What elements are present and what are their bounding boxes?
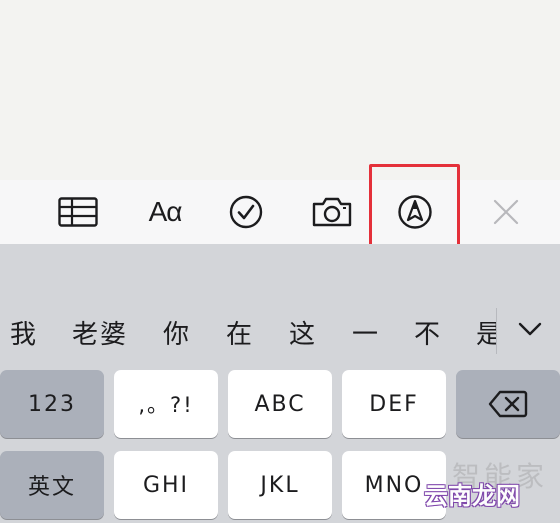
candidate-word[interactable]: 一 <box>352 314 380 351</box>
text-format-label: Aα <box>148 196 183 227</box>
keyboard-input-strip <box>0 244 560 297</box>
abc-key[interactable]: ABC <box>228 370 332 438</box>
candidate-word[interactable]: 老婆 <box>72 314 128 351</box>
delete-key[interactable] <box>456 370 560 438</box>
checklist-button[interactable] <box>216 180 276 244</box>
text-format-button[interactable]: Aα <box>135 180 195 244</box>
markup-button[interactable] <box>385 180 445 244</box>
ghi-key-label: GHI <box>142 472 190 498</box>
candidate-divider <box>496 308 497 354</box>
mno-key-label: MNO <box>364 472 424 498</box>
abc-key-label: ABC <box>254 391 306 417</box>
ghi-key[interactable]: GHI <box>114 451 218 519</box>
chevron-down-icon <box>518 322 542 336</box>
checklist-icon <box>229 195 263 229</box>
notes-toolbar: Aα <box>0 180 560 244</box>
camera-icon <box>312 197 352 227</box>
english-key[interactable]: 英文 <box>0 451 104 519</box>
candidate-word[interactable]: 是 <box>476 314 496 351</box>
punctuation-key-label: ,。?! <box>138 393 194 417</box>
candidate-bar: 我 老婆 你 在 这 一 不 是 <box>0 296 560 366</box>
jkl-key[interactable]: JKL <box>228 451 332 519</box>
markup-pen-icon <box>398 195 432 229</box>
table-button[interactable] <box>48 180 108 244</box>
close-button[interactable] <box>476 180 536 244</box>
delete-icon <box>488 390 528 418</box>
close-icon <box>493 199 519 225</box>
punctuation-key[interactable]: ,。?! <box>114 370 218 438</box>
numbers-key[interactable]: 123 <box>0 370 104 438</box>
english-key-label: 英文 <box>27 475 76 500</box>
jkl-key-label: JKL <box>260 472 300 498</box>
def-key-label: DEF <box>369 391 419 417</box>
camera-button[interactable] <box>302 180 362 244</box>
candidate-word[interactable]: 不 <box>414 314 442 351</box>
candidate-word[interactable]: 我 <box>10 314 38 351</box>
table-icon <box>58 197 98 227</box>
candidate-word[interactable]: 在 <box>226 314 254 351</box>
numbers-key-label: 123 <box>28 391 76 417</box>
note-paper-area[interactable] <box>0 0 560 180</box>
def-key[interactable]: DEF <box>342 370 446 438</box>
expand-candidates-button[interactable] <box>505 306 555 352</box>
candidate-word[interactable]: 这 <box>289 314 317 351</box>
candidate-word[interactable]: 你 <box>163 314 191 351</box>
watermark: 云南龙网 <box>424 482 520 510</box>
